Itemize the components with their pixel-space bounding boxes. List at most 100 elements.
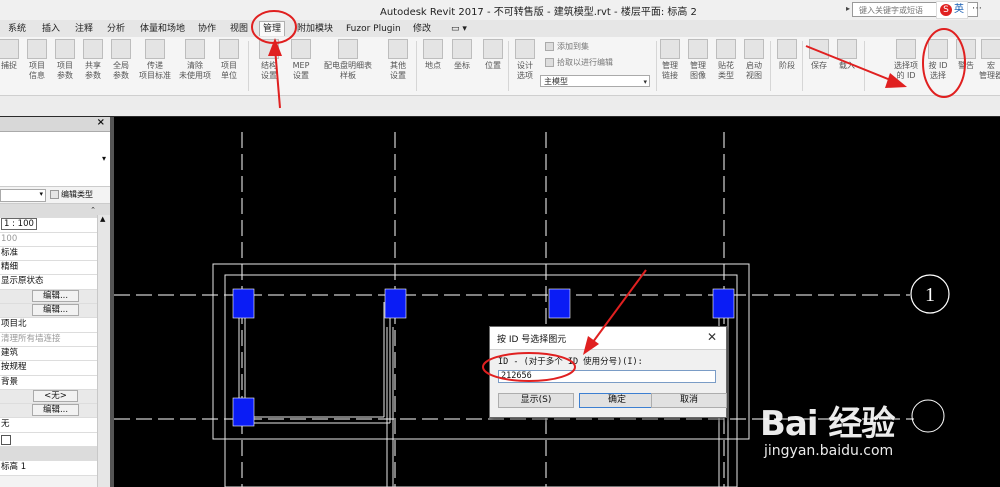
project-info-button[interactable]: 项目 信息: [22, 39, 52, 81]
save-selection-button[interactable]: 保存: [804, 39, 834, 71]
panel-schedule-icon: [338, 39, 358, 59]
barcode-id-icon: [928, 39, 948, 59]
purge-unused-button[interactable]: 清除 未使用项: [175, 39, 215, 81]
ribbon-separator: [802, 41, 803, 91]
pick-to-edit-button[interactable]: 拾取以进行编辑: [545, 57, 613, 68]
close-icon[interactable]: ×: [97, 117, 105, 128]
property-row[interactable]: 编辑...: [0, 304, 110, 319]
manage-links-button[interactable]: 管理 链接: [655, 39, 685, 81]
collapse-icon[interactable]: ⌃: [90, 204, 96, 217]
property-row: 项目北: [0, 318, 110, 333]
snap-button[interactable]: 捕捉: [0, 39, 24, 71]
add-to-set-icon: [545, 42, 554, 51]
search-expand-icon[interactable]: ▸: [846, 4, 850, 13]
snap-icon: [0, 39, 19, 59]
ok-button[interactable]: 确定: [579, 393, 655, 408]
global-parameters-icon: [111, 39, 131, 59]
properties-group-header: ⌃: [0, 204, 110, 219]
ime-indicator[interactable]: S英: [936, 1, 968, 19]
edit-type-button[interactable]: 编辑类型: [50, 189, 93, 200]
tab-collaborate[interactable]: 协作: [198, 22, 216, 36]
tab-insert[interactable]: 插入: [42, 22, 60, 36]
main-model-select[interactable]: 主模型 ▾: [540, 75, 650, 87]
cancel-button[interactable]: 取消: [651, 393, 727, 408]
more-icon[interactable]: ⋯: [972, 3, 982, 14]
type-selector[interactable]: ▾: [0, 132, 110, 187]
tab-analyze[interactable]: 分析: [107, 22, 125, 36]
column[interactable]: [548, 288, 571, 319]
property-row[interactable]: 1 : 100: [0, 218, 110, 233]
property-value: 按规程: [1, 362, 27, 373]
column[interactable]: [232, 288, 255, 319]
baidu-watermark: Bai 经验 jingyan.baidu.com: [760, 396, 895, 459]
tab-manage[interactable]: 管理: [259, 21, 286, 36]
property-row[interactable]: [0, 432, 110, 448]
column[interactable]: [232, 397, 255, 427]
design-options-button[interactable]: 设计 选项: [510, 39, 540, 81]
decal-types-button[interactable]: 贴花 类型: [711, 39, 741, 81]
project-parameters-button[interactable]: 项目 参数: [50, 39, 80, 81]
tab-annotate[interactable]: 注释: [75, 22, 93, 36]
tab-modify[interactable]: 修改: [413, 22, 431, 36]
add-to-set-button[interactable]: 添加到集: [545, 41, 589, 52]
properties-scrollbar[interactable]: ▲: [97, 215, 110, 487]
title-bar: Autodesk Revit 2017 - 不可转售版 - 建筑模型.rvt -…: [0, 0, 1000, 20]
ribbon-tabs: 系统 插入 注释 分析 体量和场地 协作 视图 管理 附加模块 Fuzor Pl…: [0, 20, 1000, 38]
column[interactable]: [384, 288, 407, 319]
ids-of-selection-button[interactable]: 选择项的 ID: [891, 39, 921, 81]
globe-icon: [423, 39, 443, 59]
element-id-input[interactable]: 212656: [498, 370, 716, 383]
properties-list: 1 : 100 100 标准 精细 显示原状态 编辑... 编辑... 项目北 清理所有墙连接建…: [0, 218, 110, 476]
property-value: 1 : 100: [1, 218, 37, 231]
tab-add-ins[interactable]: 附加模块: [297, 22, 333, 36]
tab-fuzor-plugin[interactable]: Fuzor Plugin: [346, 22, 401, 36]
property-row[interactable]: <无>: [0, 389, 110, 405]
location-button[interactable]: 地点: [418, 39, 448, 71]
property-row: 背景: [0, 375, 110, 390]
tab-view-selector[interactable]: ▭ ▾: [451, 22, 467, 36]
load-selection-button[interactable]: 载入: [832, 39, 862, 71]
manage-images-button[interactable]: 管理 图像: [683, 39, 713, 81]
coordinates-icon: [452, 39, 472, 59]
watermark-url: jingyan.baidu.com: [764, 443, 894, 459]
property-value: 显示原状态: [1, 276, 44, 287]
column[interactable]: [712, 288, 735, 319]
position-icon: [483, 39, 503, 59]
property-value: 建筑: [1, 347, 19, 358]
starting-view-button[interactable]: 启动 视图: [739, 39, 769, 81]
instance-filter-select[interactable]: ▾: [0, 189, 46, 202]
phases-button[interactable]: 阶段: [772, 39, 802, 71]
grid-bubble-label: 1: [925, 284, 935, 306]
mep-settings-button[interactable]: MEP 设置: [286, 39, 316, 81]
phases-icon: [777, 39, 797, 59]
ribbon-separator: [416, 41, 417, 91]
shared-parameters-button[interactable]: 共享 参数: [78, 39, 108, 81]
warning-icon: [956, 39, 976, 59]
manage-links-icon: [660, 39, 680, 59]
transfer-standards-button[interactable]: 传递 项目标准: [135, 39, 175, 81]
select-by-id-button[interactable]: 按 ID 选择: [923, 39, 953, 81]
properties-panel: × ▾ ▾ 编辑类型 ⌃ 1 : 100 100 标准 精细 显示原状态 编辑... 编辑.…: [0, 117, 111, 487]
panel-schedule-templates-button[interactable]: 配电盘明细表 样板: [318, 39, 378, 81]
coordinates-button[interactable]: 坐标: [447, 39, 477, 71]
project-units-button[interactable]: 项目 单位: [214, 39, 244, 81]
structural-settings-button[interactable]: 结构 设置: [254, 39, 284, 81]
property-row[interactable]: 编辑...: [0, 404, 110, 419]
id-field-label: ID - (对于多个 ID 使用分号)(I):: [498, 357, 643, 367]
position-button[interactable]: 位置: [478, 39, 508, 71]
show-button[interactable]: 显示(S): [498, 393, 574, 408]
design-options-icon: [515, 39, 535, 59]
property-row[interactable]: 编辑...: [0, 289, 110, 305]
global-parameters-button[interactable]: 全局 参数: [106, 39, 136, 81]
macro-manager-button[interactable]: 宏管理器: [976, 39, 1000, 81]
tab-view[interactable]: 视图: [230, 22, 248, 36]
tab-system[interactable]: 系统: [8, 22, 26, 36]
close-icon[interactable]: ✕: [707, 330, 717, 344]
tab-massing-site[interactable]: 体量和场地: [140, 22, 185, 36]
property-value: 项目北: [1, 319, 27, 330]
property-value: 标高 1: [1, 462, 27, 473]
checkbox[interactable]: [1, 434, 11, 445]
additional-settings-button[interactable]: 其他 设置: [383, 39, 413, 81]
scroll-up-icon[interactable]: ▲: [100, 215, 105, 223]
property-row: [0, 447, 110, 462]
